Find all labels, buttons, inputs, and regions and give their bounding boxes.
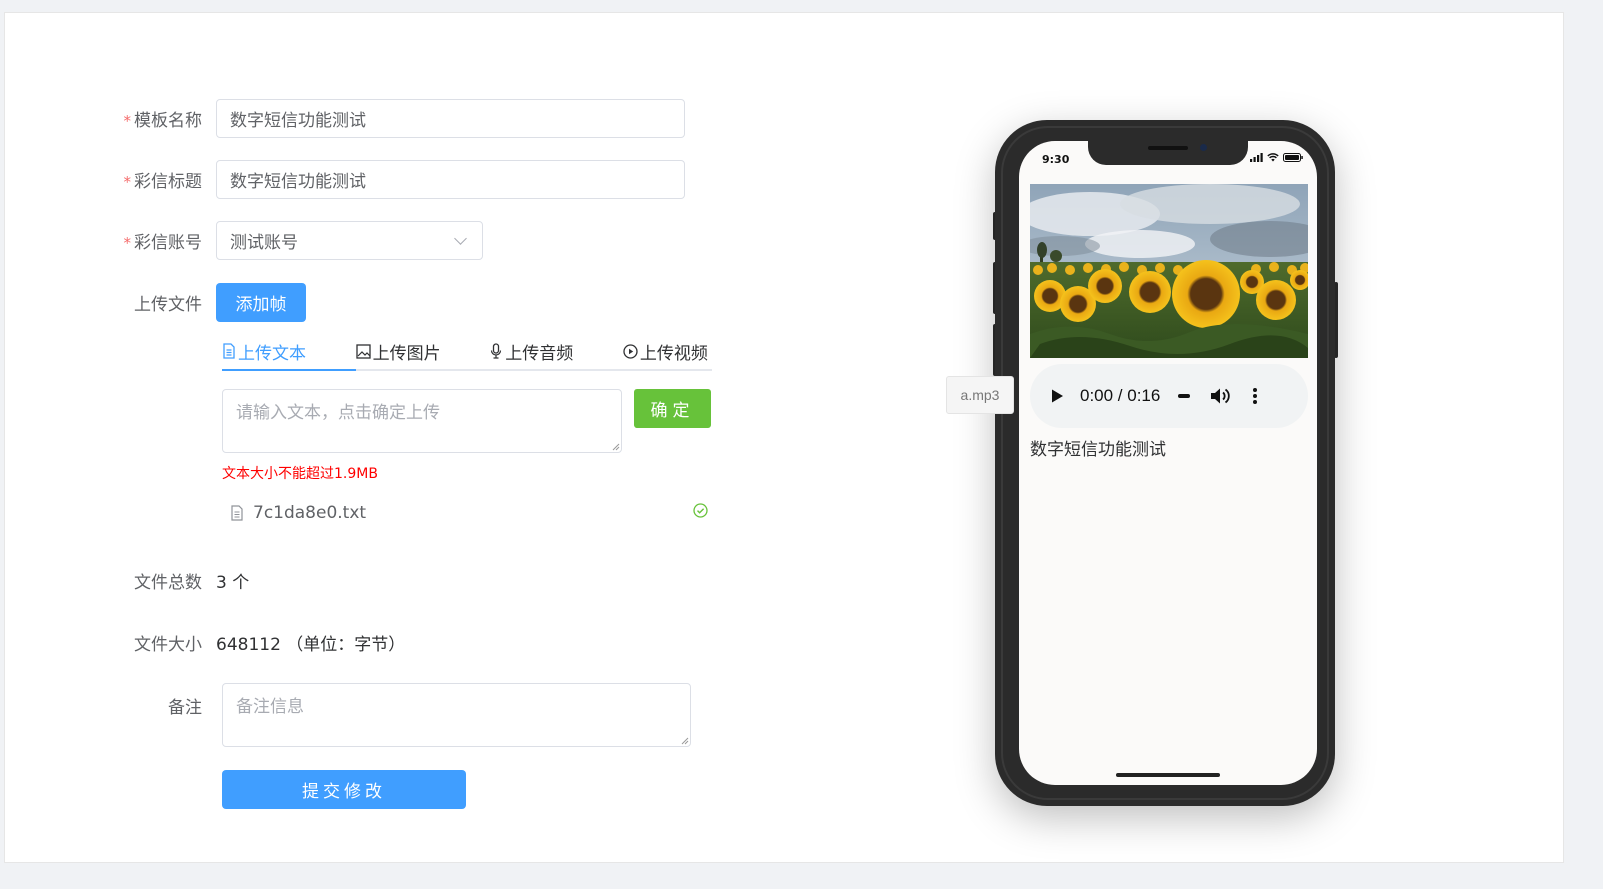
play-icon[interactable] bbox=[1050, 388, 1064, 404]
uploaded-file-item[interactable]: 7c1da8e0.txt bbox=[222, 499, 712, 527]
add-frame-button[interactable]: 添加帧 bbox=[216, 283, 306, 322]
file-count-row: 文件总数 3 个 bbox=[5, 568, 249, 593]
audio-file-tag: a.mp3 bbox=[946, 376, 1014, 414]
remark-row: 备注 bbox=[5, 683, 216, 718]
audio-progress-bar[interactable] bbox=[1178, 394, 1191, 398]
tab-upload-video[interactable]: 上传视频 bbox=[623, 333, 712, 369]
resize-handle-icon[interactable] bbox=[610, 441, 620, 451]
image-icon bbox=[355, 343, 371, 359]
check-circle-icon bbox=[693, 502, 708, 518]
file-count-value: 3 个 bbox=[216, 573, 250, 593]
chevron-down-icon bbox=[454, 231, 467, 245]
template-name-input[interactable]: 数字短信功能测试 bbox=[216, 99, 685, 138]
mms-title-input[interactable]: 数字短信功能测试 bbox=[216, 160, 685, 199]
tab-label: 上传视频 bbox=[639, 343, 708, 364]
template-name-label: * 模板名称 bbox=[123, 111, 203, 131]
phone-speaker bbox=[1148, 146, 1188, 150]
signal-icon bbox=[1250, 153, 1263, 162]
required-mark: * bbox=[123, 112, 132, 130]
required-mark: * bbox=[123, 234, 132, 252]
tab-upload-text[interactable]: 上传文本 bbox=[222, 333, 356, 371]
document-icon bbox=[231, 505, 243, 521]
status-icons bbox=[1250, 153, 1303, 162]
sunflower-image bbox=[1030, 184, 1308, 358]
volume-icon[interactable] bbox=[1210, 387, 1231, 405]
tab-label: 上传图片 bbox=[372, 343, 441, 364]
remark-label: 备注 bbox=[168, 698, 202, 718]
phone-screen: 9:30 0:00 / 0:16 数字短信功能测试 bbox=[1019, 141, 1317, 785]
remark-input[interactable]: 备注信息 bbox=[222, 683, 691, 747]
more-options-icon[interactable] bbox=[1252, 387, 1258, 405]
tab-label: 上传文本 bbox=[238, 343, 306, 364]
template-name-row: * 模板名称 数字短信功能测试 bbox=[5, 99, 685, 138]
home-indicator bbox=[1116, 773, 1220, 777]
text-size-hint: 文本大小不能超过1.9MB bbox=[222, 466, 378, 482]
tab-upload-audio[interactable]: 上传音频 bbox=[489, 333, 623, 369]
preview-caption: 数字短信功能测试 bbox=[1030, 440, 1166, 460]
mms-account-row: * 彩信账号 测试账号 bbox=[5, 221, 483, 260]
submit-button[interactable]: 提交修改 bbox=[222, 770, 466, 809]
file-size-row: 文件大小 648112 （单位：字节） bbox=[5, 630, 405, 655]
mms-account-select[interactable]: 测试账号 bbox=[216, 221, 483, 260]
mms-account-label: * 彩信账号 bbox=[123, 233, 203, 253]
upload-tabs: 上传文本 上传图片 上传音频 上传视频 bbox=[222, 333, 712, 371]
document-icon bbox=[223, 343, 235, 359]
resize-handle-icon[interactable] bbox=[679, 735, 689, 745]
audio-player[interactable]: 0:00 / 0:16 bbox=[1030, 364, 1308, 428]
mms-title-label: * 彩信标题 bbox=[123, 172, 203, 192]
upload-text-placeholder: 请输入文本，点击确定上传 bbox=[236, 403, 440, 423]
confirm-button[interactable]: 确定 bbox=[634, 389, 711, 428]
upload-row: 上传文件 添加帧 bbox=[5, 283, 306, 322]
phone-camera bbox=[1200, 144, 1207, 151]
tab-upload-image[interactable]: 上传图片 bbox=[355, 333, 490, 369]
uploaded-file: 7c1da8e0.txt bbox=[230, 503, 366, 523]
file-count-label: 文件总数 bbox=[134, 573, 202, 593]
file-size-value: 648112 （单位：字节） bbox=[216, 635, 406, 655]
play-circle-icon bbox=[623, 343, 638, 359]
remark-placeholder: 备注信息 bbox=[236, 697, 304, 717]
mms-title-row: * 彩信标题 数字短信功能测试 bbox=[5, 160, 685, 199]
microphone-icon bbox=[491, 343, 502, 359]
mms-account-value: 测试账号 bbox=[230, 233, 298, 253]
battery-icon bbox=[1283, 153, 1303, 162]
phone-notch bbox=[1088, 141, 1248, 165]
wifi-icon bbox=[1267, 153, 1279, 162]
tab-label: 上传音频 bbox=[505, 343, 574, 364]
uploaded-file-name: 7c1da8e0.txt bbox=[253, 503, 367, 523]
file-size-label: 文件大小 bbox=[134, 635, 202, 655]
status-time: 9:30 bbox=[1042, 153, 1070, 166]
upload-text-input[interactable]: 请输入文本，点击确定上传 bbox=[222, 389, 622, 453]
audio-time: 0:00 / 0:16 bbox=[1080, 386, 1161, 405]
required-mark: * bbox=[123, 173, 132, 191]
upload-label: 上传文件 bbox=[134, 295, 202, 315]
